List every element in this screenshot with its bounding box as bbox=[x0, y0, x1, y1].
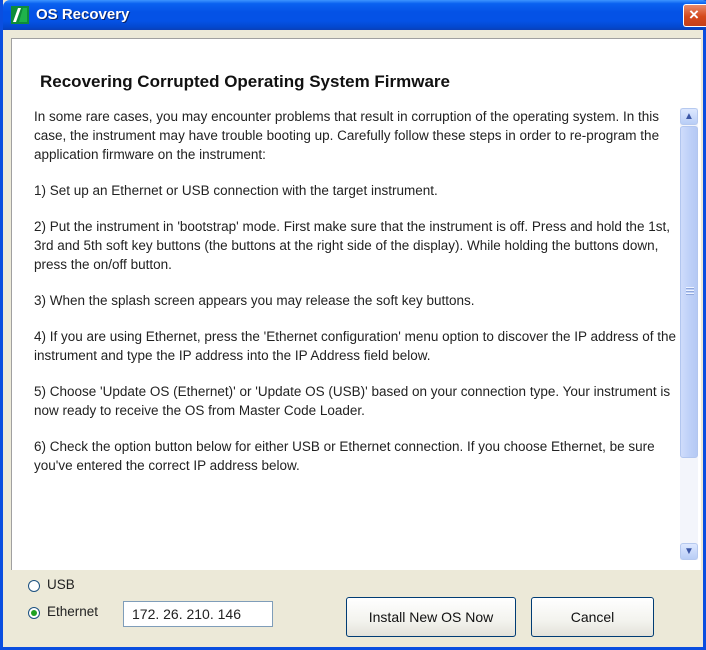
window-title: OS Recovery bbox=[36, 6, 130, 23]
instructions-panel: Recovering Corrupted Operating System Fi… bbox=[11, 38, 701, 570]
instruction-step: 6) Check the option button below for eit… bbox=[34, 439, 655, 473]
instruction-step: 2) Put the instrument in 'bootstrap' mod… bbox=[34, 219, 670, 272]
usb-radio[interactable] bbox=[28, 580, 40, 592]
close-button[interactable]: × bbox=[683, 4, 706, 27]
scrollbar-thumb[interactable] bbox=[680, 126, 698, 458]
app-logo-icon bbox=[11, 6, 29, 24]
close-icon: × bbox=[689, 5, 699, 24]
instruction-paragraph: In some rare cases, you may encounter pr… bbox=[34, 109, 660, 162]
instructions-text: In some rare cases, you may encounter pr… bbox=[34, 107, 684, 597]
ethernet-radio-label[interactable]: Ethernet bbox=[47, 604, 98, 619]
scroll-up-button[interactable]: ▲ bbox=[680, 108, 698, 125]
install-os-button[interactable]: Install New OS Now bbox=[346, 597, 516, 637]
radio-selected-dot bbox=[31, 610, 37, 616]
scroll-down-button[interactable]: ▼ bbox=[680, 543, 698, 560]
ip-address-field[interactable] bbox=[123, 601, 273, 627]
instruction-step: 3) When the splash screen appears you ma… bbox=[34, 293, 475, 308]
chevron-down-icon: ▼ bbox=[684, 546, 694, 557]
vertical-scrollbar[interactable]: ▲ ▼ bbox=[680, 108, 698, 560]
instruction-step: 5) Choose 'Update OS (Ethernet)' or 'Upd… bbox=[34, 384, 671, 418]
usb-radio-label[interactable]: USB bbox=[47, 577, 75, 592]
chevron-up-icon: ▲ bbox=[684, 111, 694, 122]
os-recovery-window: OS Recovery × Recovering Corrupted Opera… bbox=[0, 0, 706, 650]
scrollbar-grip-icon bbox=[686, 287, 694, 296]
instruction-step: 1) Set up an Ethernet or USB connection … bbox=[34, 183, 438, 198]
title-bar[interactable]: OS Recovery × bbox=[3, 0, 706, 30]
instructions-heading: Recovering Corrupted Operating System Fi… bbox=[40, 72, 450, 91]
ethernet-radio[interactable] bbox=[28, 607, 40, 619]
cancel-button[interactable]: Cancel bbox=[531, 597, 654, 637]
instruction-step: 4) If you are using Ethernet, press the … bbox=[34, 329, 677, 363]
